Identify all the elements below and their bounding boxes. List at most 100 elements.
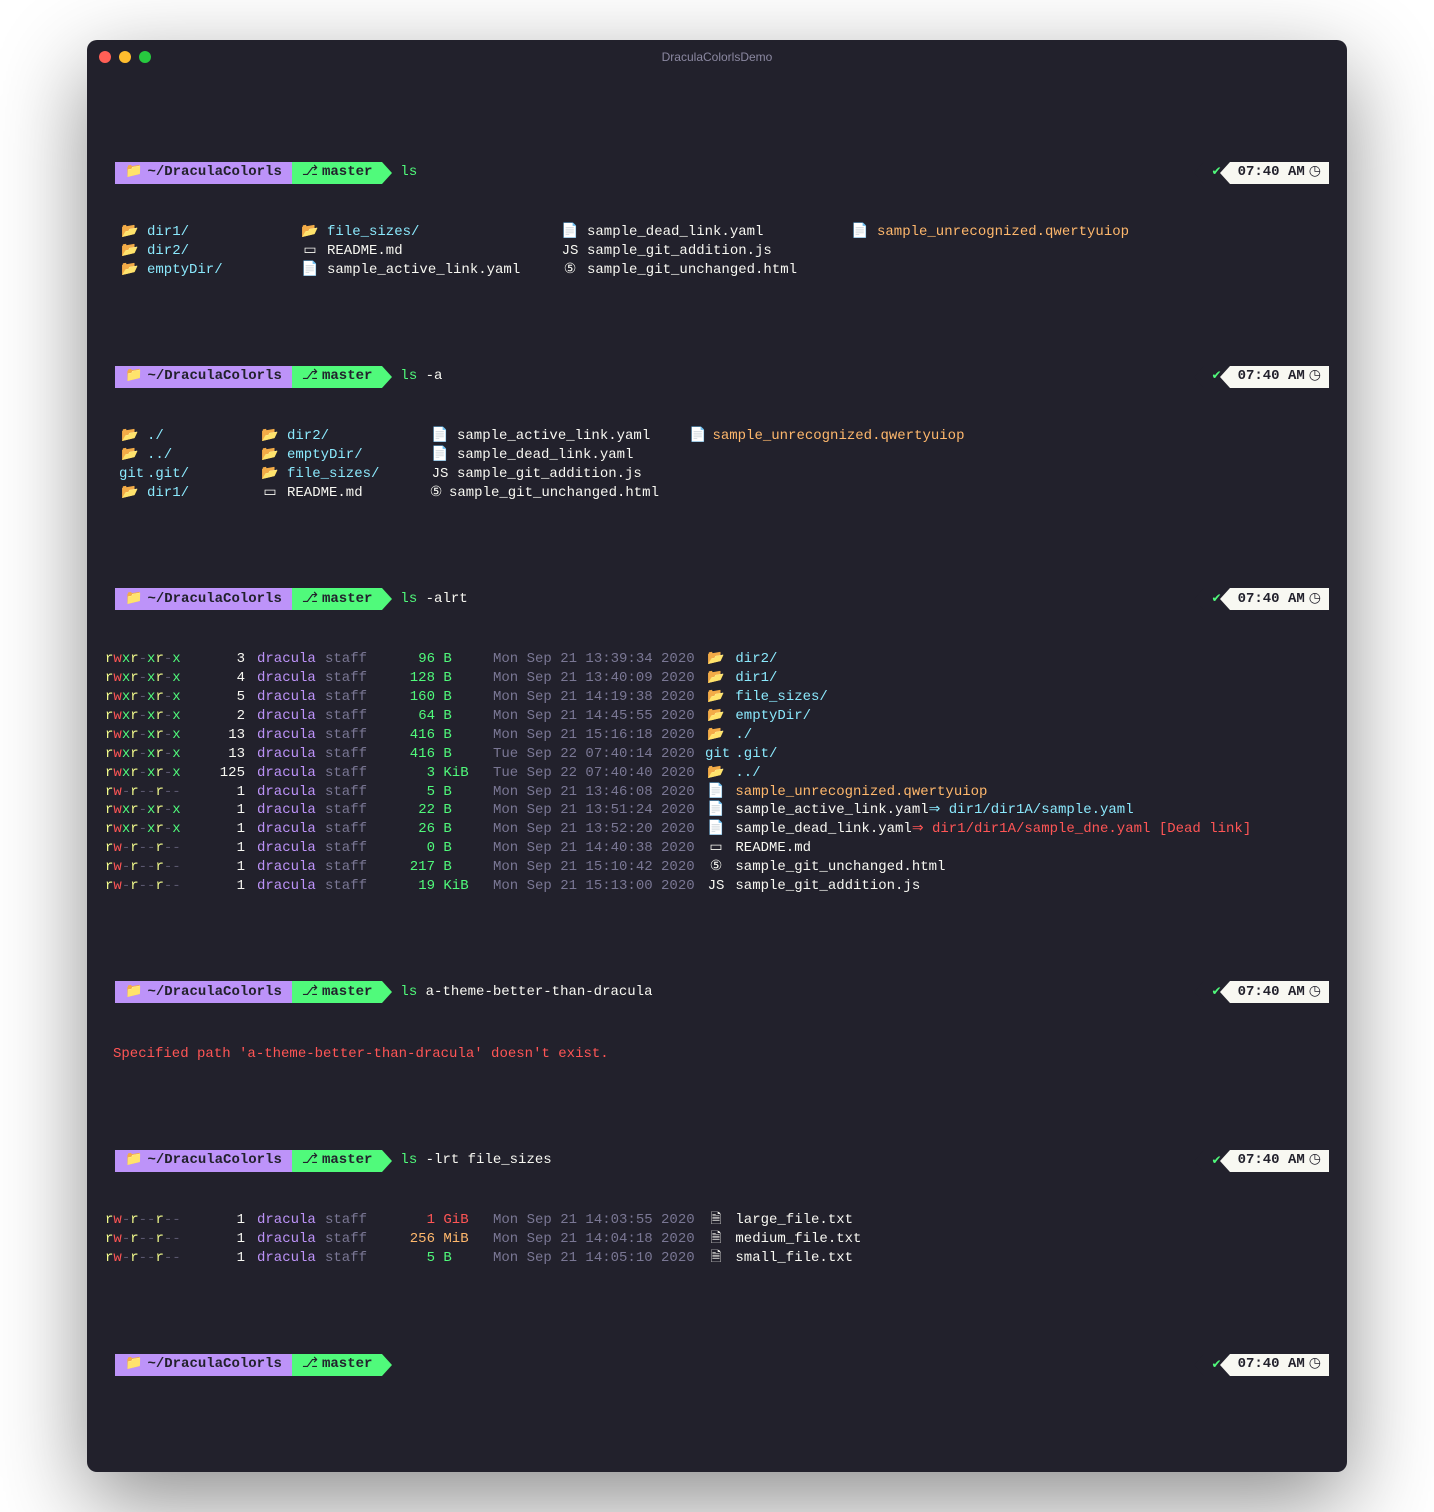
file-icon: 📄 [849,223,871,242]
list-item: 📂file_sizes/ [299,223,529,242]
list-item: 📂./ [119,427,229,446]
table-row: rwxr-xr-x1draculastaff22 BMon Sep 21 13:… [105,801,1329,820]
file-icon: 📄 [705,820,727,839]
folder-icon: 📁 [125,367,142,386]
table-row: rwxr-xr-x3draculastaff96 BMon Sep 21 13:… [105,650,1329,669]
git-branch-icon: ⎇ [302,590,318,609]
folder-icon: 📁 [125,590,142,609]
file-icon: 📄 [429,427,451,446]
list-item: 📄sample_dead_link.yaml [429,446,659,465]
status-badge: ✔ 07:40 AM ◷ [1204,162,1330,184]
list-item: 📄sample_dead_link.yaml [559,223,819,242]
list-item: 📂file_sizes/ [259,465,399,484]
list-item: 📂dir2/ [119,242,269,261]
file-icon: 📄 [705,801,727,820]
git-branch-icon: ⎇ [302,367,318,386]
table-row: rw-r--r--1draculastaff5 BMon Sep 21 14:0… [105,1249,1329,1268]
file-icon: ▭ [705,839,727,858]
file-icon: git [705,745,727,764]
file-icon: JS [705,877,727,896]
git-branch: master [322,163,372,182]
ls-output: 📂dir1/ 📂file_sizes/ 📄sample_dead_link.yaml… [119,223,1329,280]
list-item: 📂dir2/ [259,427,399,446]
folder-icon: 📁 [125,1355,142,1374]
git-branch-icon: ⎇ [302,1151,318,1170]
titlebar: DraculaColorlsDemo [87,40,1347,74]
list-item: 📄sample_unrecognized.qwertyuiop [689,427,929,446]
file-icon: 📂 [705,688,727,707]
list-item: 📄sample_active_link.yaml [299,261,529,280]
file-icon: 📂 [705,669,727,688]
list-item: 📄sample_active_link.yaml [429,427,659,446]
table-row: rw-r--r--1draculastaff256 MiBMon Sep 21 … [105,1230,1329,1249]
table-row: rwxr-xr-x5draculastaff160 BMon Sep 21 14… [105,688,1329,707]
list-item: 📂emptyDir/ [119,261,269,280]
table-row: rw-r--r--1draculastaff19 KiBMon Sep 21 1… [105,877,1329,896]
terminal-body[interactable]: 📁~/DraculaColorls ⎇master ls ✔ 07:40 AM … [87,74,1347,1472]
list-item: ⑤sample_git_unchanged.html [429,484,659,503]
file-icon: 📂 [119,242,141,261]
prompt: 📁~/DraculaColorls ⎇master ls -a [105,366,442,388]
file-icon: 📄 [299,261,321,280]
prompt: 📁~/DraculaColorls ⎇master ls -lrt file_s… [105,1150,552,1172]
folder-icon: 📁 [125,163,142,182]
terminal-window: DraculaColorlsDemo 📁~/DraculaColorls ⎇ma… [87,40,1347,1472]
file-icon: 📂 [259,446,281,465]
file-icon: 📄 [689,427,706,446]
list-item: JSsample_git_addition.js [559,242,819,261]
file-icon: 📂 [705,764,727,783]
command: ls [400,163,425,182]
file-icon: ▭ [259,484,281,503]
table-row: rw-r--r--1draculastaff217 BMon Sep 21 15… [105,858,1329,877]
table-row: rwxr-xr-x4draculastaff128 BMon Sep 21 13… [105,669,1329,688]
folder-icon: 📁 [125,983,142,1002]
list-item: 📂dir1/ [119,484,229,503]
file-icon: 📂 [705,726,727,745]
list-item: JSsample_git_addition.js [429,465,659,484]
window-title: DraculaColorlsDemo [87,50,1347,64]
list-item: 📂emptyDir/ [259,446,399,465]
list-item: 📄sample_unrecognized.qwertyuiop [849,223,1329,242]
list-item: git.git/ [119,465,229,484]
file-icon: JS [429,465,451,484]
file-icon: 📄 [705,783,727,802]
file-icon: 🗎 [705,1230,727,1249]
prompt: 📁 ~/DraculaColorls ⎇master ls [105,162,426,184]
ls-long-output: rw-r--r--1draculastaff1 GiBMon Sep 21 14… [105,1211,1329,1268]
file-icon: ⑤ [705,858,727,877]
file-icon: 🗎 [705,1249,727,1268]
prompt: 📁~/DraculaColorls ⎇master ls -alrt [105,588,468,610]
timestamp: 07:40 AM [1238,163,1305,182]
ls-output: 📂./📂dir2/📄sample_active_link.yaml📄sample… [119,427,1329,503]
git-branch-icon: ⎇ [302,983,318,1002]
file-icon: 📂 [705,707,727,726]
table-row: rwxr-xr-x13draculastaff416 BMon Sep 21 1… [105,726,1329,745]
file-icon: JS [559,242,581,261]
git-branch-icon: ⎇ [302,163,318,182]
file-icon: 📂 [119,223,141,242]
table-row: rw-r--r--1draculastaff0 BMon Sep 21 14:4… [105,839,1329,858]
ls-long-output: rwxr-xr-x3draculastaff96 BMon Sep 21 13:… [105,650,1329,896]
list-item: ⑤sample_git_unchanged.html [559,261,819,280]
list-item: 📂dir1/ [119,223,269,242]
file-icon: 📂 [705,650,727,669]
table-row: rw-r--r--1draculastaff5 BMon Sep 21 13:4… [105,783,1329,802]
folder-icon: 📁 [125,1151,142,1170]
cwd: ~/DraculaColorls [147,163,281,182]
list-item: ▭README.md [299,242,529,261]
file-icon: 📂 [119,261,141,280]
file-icon: 📄 [429,446,451,465]
file-icon: 📂 [299,223,321,242]
file-icon: 📂 [259,427,281,446]
table-row: rwxr-xr-x2draculastaff64 BMon Sep 21 14:… [105,707,1329,726]
table-row: rwxr-xr-x1draculastaff26 BMon Sep 21 13:… [105,820,1329,839]
table-row: rwxr-xr-x125draculastaff3 KiBTue Sep 22 … [105,764,1329,783]
file-icon: 📂 [119,427,141,446]
list-item: 📂../ [119,446,229,465]
list-item: ▭README.md [259,484,399,503]
file-icon: 🗎 [705,1211,727,1230]
table-row: rw-r--r--1draculastaff1 GiBMon Sep 21 14… [105,1211,1329,1230]
prompt[interactable]: 📁~/DraculaColorls ⎇master [105,1354,382,1376]
file-icon: ⑤ [559,261,581,280]
git-branch-icon: ⎇ [302,1355,318,1374]
